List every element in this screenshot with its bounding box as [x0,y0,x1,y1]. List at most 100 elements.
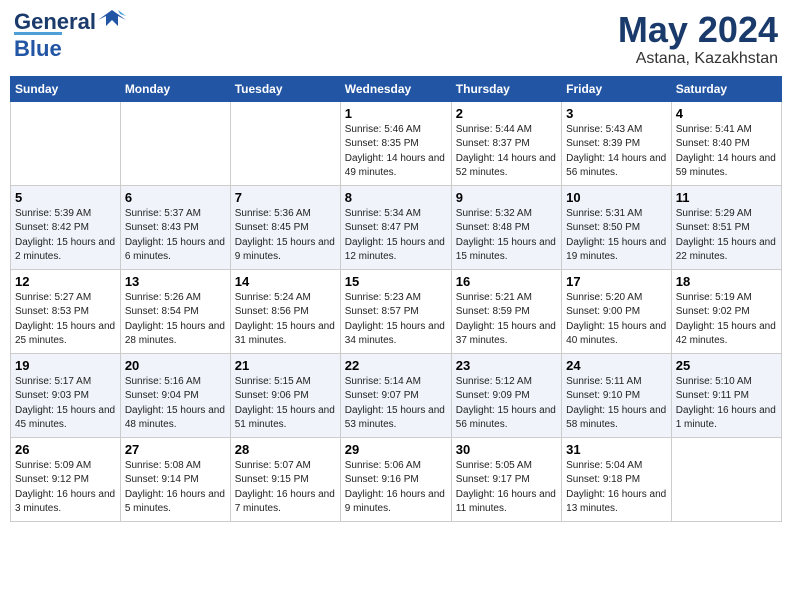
day-number: 5 [15,190,116,205]
day-info: Sunrise: 5:46 AMSunset: 8:35 PMDaylight:… [345,123,447,181]
day-number: 13 [125,274,226,289]
day-cell: 24 Sunrise: 5:11 AMSunset: 9:10 PMDayligh… [562,353,672,437]
day-cell: 14 Sunrise: 5:24 AMSunset: 8:56 PMDayligh… [230,269,340,353]
day-number: 1 [345,106,447,121]
day-info: Sunrise: 5:37 AMSunset: 8:43 PMDaylight:… [125,207,226,265]
day-cell: 17Sunrise: 5:20 AMSunset: 9:00 PMDayligh… [562,269,672,353]
day-number: 9 [456,190,557,205]
day-info: Sunrise: 5:07 AMSunset: 9:15 PMDaylight:… [235,459,336,517]
day-cell: 29Sunrise: 5:06 AMSunset: 9:16 PMDayligh… [340,437,451,521]
day-info: Sunrise: 5:08 AMSunset: 9:14 PMDaylight:… [125,459,226,517]
day-info: Sunrise: 5:14 AMSunset: 9:07 PMDaylight:… [345,375,447,433]
day-number: 3 [566,106,667,121]
day-info: Sunrise: 5:16 AMSunset: 9:04 PMDaylight:… [125,375,226,433]
day-info: Sunrise: 5:20 AMSunset: 9:00 PMDaylight:… [566,291,667,349]
location-title: Astana, Kazakhstan [618,50,778,68]
day-cell: 2Sunrise: 5:44 AMSunset: 8:37 PMDaylight… [451,101,561,185]
day-cell: 20 Sunrise: 5:16 AMSunset: 9:04 PMDayligh… [120,353,230,437]
day-number: 4 [676,106,777,121]
day-cell: 4 Sunrise: 5:41 AMSunset: 8:40 PMDaylight… [671,101,781,185]
day-number: 27 [125,442,226,457]
day-cell: 15 Sunrise: 5:23 AMSunset: 8:57 PMDayligh… [340,269,451,353]
col-friday: Friday [562,76,672,101]
day-cell: 12Sunrise: 5:27 AMSunset: 8:53 PMDayligh… [11,269,121,353]
day-cell: 22 Sunrise: 5:14 AMSunset: 9:07 PMDayligh… [340,353,451,437]
day-info: Sunrise: 5:23 AMSunset: 8:57 PMDaylight:… [345,291,447,349]
day-info: Sunrise: 5:24 AMSunset: 8:56 PMDaylight:… [235,291,336,349]
day-cell [230,101,340,185]
day-info: Sunrise: 5:19 AMSunset: 9:02 PMDaylight:… [676,291,777,349]
day-number: 7 [235,190,336,205]
day-number: 20 [125,358,226,373]
day-info: Sunrise: 5:15 AMSunset: 9:06 PMDaylight:… [235,375,336,433]
day-cell [11,101,121,185]
day-info: Sunrise: 5:34 AMSunset: 8:47 PMDaylight:… [345,207,447,265]
logo-bird-icon [98,6,126,34]
logo: General Blue [14,10,126,62]
day-cell [671,437,781,521]
day-cell: 13Sunrise: 5:26 AMSunset: 8:54 PMDayligh… [120,269,230,353]
day-info: Sunrise: 5:05 AMSunset: 9:17 PMDaylight:… [456,459,557,517]
day-cell: 8 Sunrise: 5:34 AMSunset: 8:47 PMDaylight… [340,185,451,269]
logo-text-general: General [14,11,96,33]
col-monday: Monday [120,76,230,101]
day-cell: 6 Sunrise: 5:37 AMSunset: 8:43 PMDaylight… [120,185,230,269]
day-cell: 25 Sunrise: 5:10 AMSunset: 9:11 PMDayligh… [671,353,781,437]
day-number: 26 [15,442,116,457]
day-number: 19 [15,358,116,373]
day-cell: 3 Sunrise: 5:43 AMSunset: 8:39 PMDaylight… [562,101,672,185]
day-info: Sunrise: 5:21 AMSunset: 8:59 PMDaylight:… [456,291,557,349]
col-wednesday: Wednesday [340,76,451,101]
col-tuesday: Tuesday [230,76,340,101]
day-info: Sunrise: 5:12 AMSunset: 9:09 PMDaylight:… [456,375,557,433]
day-cell: 27 Sunrise: 5:08 AMSunset: 9:14 PMDayligh… [120,437,230,521]
day-cell: 19Sunrise: 5:17 AMSunset: 9:03 PMDayligh… [11,353,121,437]
day-cell: 28 Sunrise: 5:07 AMSunset: 9:15 PMDayligh… [230,437,340,521]
day-number: 25 [676,358,777,373]
day-number: 14 [235,274,336,289]
day-cell: 16Sunrise: 5:21 AMSunset: 8:59 PMDayligh… [451,269,561,353]
month-title: May 2024 [618,10,778,50]
day-cell: 31 Sunrise: 5:04 AMSunset: 9:18 PMDayligh… [562,437,672,521]
day-number: 31 [566,442,667,457]
day-cell: 23 Sunrise: 5:12 AMSunset: 9:09 PMDayligh… [451,353,561,437]
day-info: Sunrise: 5:09 AMSunset: 9:12 PMDaylight:… [15,459,116,517]
day-number: 8 [345,190,447,205]
day-cell: 30 Sunrise: 5:05 AMSunset: 9:17 PMDayligh… [451,437,561,521]
day-info: Sunrise: 5:27 AMSunset: 8:53 PMDaylight:… [15,291,116,349]
day-cell: 26 Sunrise: 5:09 AMSunset: 9:12 PMDayligh… [11,437,121,521]
day-info: Sunrise: 5:11 AMSunset: 9:10 PMDaylight:… [566,375,667,433]
week-row-1: 1 Sunrise: 5:46 AMSunset: 8:35 PMDaylight… [11,101,782,185]
day-number: 22 [345,358,447,373]
day-info: Sunrise: 5:36 AMSunset: 8:45 PMDaylight:… [235,207,336,265]
day-number: 18 [676,274,777,289]
day-number: 30 [456,442,557,457]
day-number: 6 [125,190,226,205]
page-header: General Blue May 2024 Astana, Kazakhstan [10,10,782,68]
calendar-table: Sunday Monday Tuesday Wednesday Thursday… [10,76,782,522]
day-cell [120,101,230,185]
calendar-body: 1 Sunrise: 5:46 AMSunset: 8:35 PMDaylight… [11,101,782,521]
col-saturday: Saturday [671,76,781,101]
day-cell: 10Sunrise: 5:31 AMSunset: 8:50 PMDayligh… [562,185,672,269]
day-number: 28 [235,442,336,457]
day-info: Sunrise: 5:10 AMSunset: 9:11 PMDaylight:… [676,375,777,433]
day-cell: 9 Sunrise: 5:32 AMSunset: 8:48 PMDaylight… [451,185,561,269]
logo-text-blue: Blue [14,32,62,62]
day-number: 24 [566,358,667,373]
day-info: Sunrise: 5:44 AMSunset: 8:37 PMDaylight:… [456,123,557,181]
day-info: Sunrise: 5:43 AMSunset: 8:39 PMDaylight:… [566,123,667,181]
day-number: 21 [235,358,336,373]
day-info: Sunrise: 5:06 AMSunset: 9:16 PMDaylight:… [345,459,447,517]
day-cell: 18 Sunrise: 5:19 AMSunset: 9:02 PMDayligh… [671,269,781,353]
day-cell: 1 Sunrise: 5:46 AMSunset: 8:35 PMDaylight… [340,101,451,185]
day-cell: 21 Sunrise: 5:15 AMSunset: 9:06 PMDayligh… [230,353,340,437]
day-info: Sunrise: 5:04 AMSunset: 9:18 PMDaylight:… [566,459,667,517]
day-info: Sunrise: 5:41 AMSunset: 8:40 PMDaylight:… [676,123,777,181]
day-cell: 5 Sunrise: 5:39 AMSunset: 8:42 PMDaylight… [11,185,121,269]
day-number: 23 [456,358,557,373]
week-row-5: 26 Sunrise: 5:09 AMSunset: 9:12 PMDayligh… [11,437,782,521]
day-info: Sunrise: 5:32 AMSunset: 8:48 PMDaylight:… [456,207,557,265]
day-number: 15 [345,274,447,289]
day-info: Sunrise: 5:39 AMSunset: 8:42 PMDaylight:… [15,207,116,265]
